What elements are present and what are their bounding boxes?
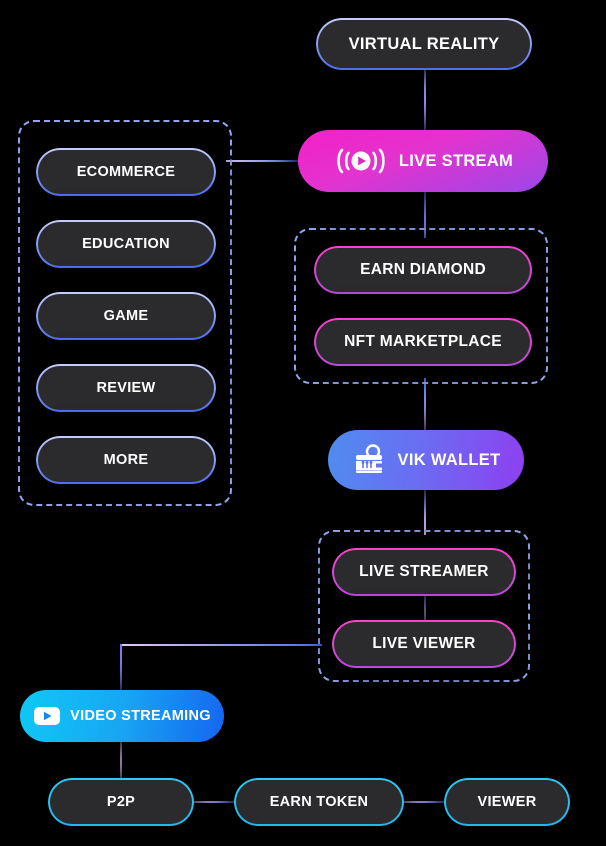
category-item-review[interactable]: REVIEW xyxy=(36,364,216,412)
role-item-live-viewer[interactable]: LIVE VIEWER xyxy=(332,620,516,668)
category-item-label: ECOMMERCE xyxy=(76,164,176,180)
connector-p2p-to-earn-token xyxy=(190,801,238,803)
role-item-label: LIVE VIEWER xyxy=(372,635,476,652)
node-video-streaming[interactable]: VIDEO STREAMING xyxy=(20,690,224,742)
role-item-live-streamer[interactable]: LIVE STREAMER xyxy=(332,548,516,596)
reward-item-label: EARN DIAMOND xyxy=(360,261,486,278)
wallet-icon xyxy=(352,444,388,476)
play-button-icon xyxy=(33,706,61,726)
node-vik-wallet[interactable]: VIK WALLET xyxy=(328,430,524,490)
connector-rewards-to-wallet xyxy=(424,378,426,438)
connector-categories-to-livestream xyxy=(226,160,302,162)
node-virtual-reality[interactable]: VIRTUAL REALITY xyxy=(316,18,532,70)
reward-item-label: NFT MARKETPLACE xyxy=(344,333,502,350)
connector-earn-token-to-viewer xyxy=(400,801,448,803)
node-live-stream-label: LIVE STREAM xyxy=(398,151,514,170)
role-item-label: LIVE STREAMER xyxy=(359,563,489,580)
connector-roles-to-video xyxy=(120,644,322,646)
bottom-item-viewer[interactable]: VIEWER xyxy=(444,778,570,826)
broadcast-play-icon xyxy=(333,146,389,176)
bottom-item-earn-token[interactable]: EARN TOKEN xyxy=(234,778,404,826)
node-live-stream[interactable]: LIVE STREAM xyxy=(298,130,548,192)
bottom-item-label: P2P xyxy=(106,794,136,810)
node-virtual-reality-label: VIRTUAL REALITY xyxy=(348,34,500,53)
category-item-more[interactable]: MORE xyxy=(36,436,216,484)
bottom-item-label: VIEWER xyxy=(477,794,537,810)
connector-wallet-to-roles xyxy=(424,490,426,535)
bottom-item-label: EARN TOKEN xyxy=(269,794,369,810)
category-item-label: REVIEW xyxy=(96,380,156,396)
category-item-education[interactable]: EDUCATION xyxy=(36,220,216,268)
category-item-label: EDUCATION xyxy=(82,236,170,252)
category-item-ecommerce[interactable]: ECOMMERCE xyxy=(36,148,216,196)
diagram-canvas: VIRTUAL REALITY LIVE STREAM ECOMMERCE ED… xyxy=(0,0,606,846)
category-item-label: MORE xyxy=(103,452,149,468)
category-item-game[interactable]: GAME xyxy=(36,292,216,340)
node-video-streaming-label: VIDEO STREAMING xyxy=(70,708,211,724)
bottom-item-p2p[interactable]: P2P xyxy=(48,778,194,826)
reward-item-nft-marketplace[interactable]: NFT MARKETPLACE xyxy=(314,318,532,366)
node-vik-wallet-label: VIK WALLET xyxy=(397,450,501,469)
category-item-label: GAME xyxy=(103,308,149,324)
reward-item-earn-diamond[interactable]: EARN DIAMOND xyxy=(314,246,532,294)
